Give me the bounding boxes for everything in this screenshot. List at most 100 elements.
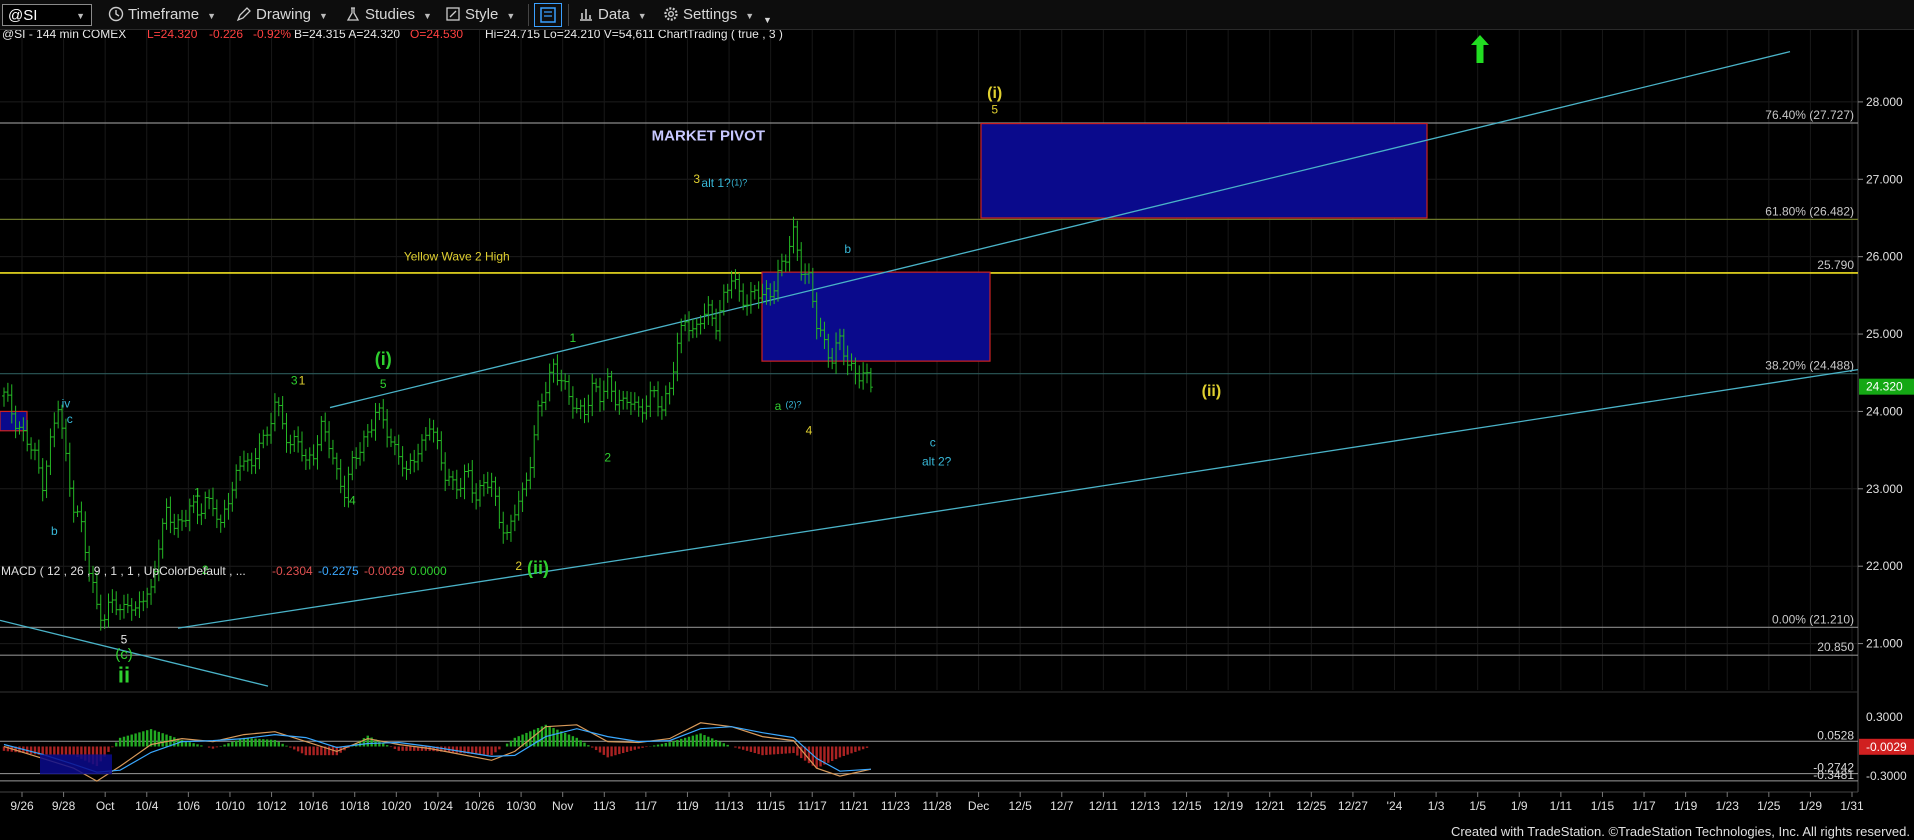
y-tick-label: 24.000	[1866, 404, 1903, 418]
last-price-label: 24.320	[1866, 380, 1903, 394]
macd-label: MACD ( 12 , 26 , 9 , 1 , 1 , UpColorDefa…	[1, 564, 246, 578]
x-tick-label: 11/15	[756, 799, 785, 813]
axis-background	[1859, 30, 1914, 820]
macd-avg-value: -0.2275	[318, 564, 359, 578]
x-tick-label: 1/19	[1674, 799, 1698, 813]
time-axis-background	[0, 792, 1914, 820]
settings-button[interactable]: Settings ▼	[663, 4, 754, 26]
wave-label: 1	[299, 373, 306, 387]
wave-label: 2	[604, 451, 611, 465]
studies-label: Studies	[365, 6, 416, 23]
macd-level-label: -0.3481	[1813, 768, 1854, 782]
studies-button[interactable]: Studies ▼	[345, 4, 432, 26]
flask-icon	[346, 7, 360, 21]
fib-level-label: 25.790	[1817, 258, 1854, 272]
x-tick-label: 1/29	[1799, 799, 1823, 813]
wave-label: (i)	[375, 349, 392, 369]
clock-icon	[108, 6, 124, 22]
x-tick-label: 9/28	[52, 799, 76, 813]
x-tick-label: 10/20	[381, 799, 411, 813]
wave-label: ii	[118, 662, 130, 687]
symbol-info: @SI - 144 min COMEX	[2, 30, 126, 41]
x-tick-label: Nov	[552, 799, 573, 813]
timeframe-button[interactable]: Timeframe ▼	[108, 4, 216, 26]
macd-current-label: -0.0029	[1866, 740, 1907, 754]
x-tick-label: '24	[1387, 799, 1403, 813]
toolbar-divider	[528, 4, 529, 26]
chart-background	[0, 30, 1914, 820]
time-axis[interactable]: 9/26 9/28 Oct 10/4 10/6 10/10 10/12 10/16 10/18 1…	[0, 791, 1914, 820]
x-tick-label: 12/21	[1255, 799, 1285, 813]
chart-header: @SI - 144 min COMEX L=24.320 -0.226 -0.9…	[2, 30, 783, 41]
layout-toggle-button[interactable]	[534, 3, 562, 27]
toolbar-divider	[568, 4, 569, 26]
x-tick-label: 1/23	[1716, 799, 1740, 813]
x-tick-label: 10/6	[177, 799, 201, 813]
x-tick-label: 12/27	[1338, 799, 1368, 813]
wave-label: alt 1?	[701, 176, 731, 190]
price-chart[interactable]: 76.40% (27.727) 61.80% (26.482) 25.790 38.2…	[0, 30, 1914, 820]
chevron-down-icon: ▼	[76, 11, 85, 21]
x-tick-label: 1/11	[1550, 799, 1573, 813]
open-price: O=24.530	[410, 30, 463, 41]
pct-change: -0.92%	[253, 30, 291, 41]
wave-label: 3	[693, 172, 700, 186]
x-tick-label: 12/15	[1172, 799, 1202, 813]
chevron-down-icon: ▼	[506, 11, 516, 21]
y-tick-label: 25.000	[1866, 327, 1903, 341]
net-change: -0.226	[209, 30, 243, 41]
x-tick-label: 1/3	[1428, 799, 1445, 813]
chevron-down-icon: ▼	[763, 15, 772, 25]
data-button[interactable]: Data ▼	[578, 4, 647, 26]
x-tick-label: 10/30	[506, 799, 536, 813]
chart-toolbar: @SI ▼ Timeframe ▼ Drawing ▼ Studies ▼ Style…	[0, 0, 1914, 30]
style-button[interactable]: Style ▼	[445, 4, 515, 26]
macd-value: -0.2304	[272, 564, 313, 578]
fib-level-label: 20.850	[1817, 640, 1854, 654]
bid-ask: B=24.315 A=24.320	[294, 30, 400, 41]
hi-lo-volume: Hi=24.715 Lo=24.210 V=54,611 ChartTradin…	[485, 30, 783, 41]
wave-label: (ii)	[1202, 383, 1222, 400]
style-icon	[446, 7, 460, 21]
overflow-menu-button[interactable]: ▼	[763, 9, 772, 31]
wave-label: Yellow Wave 2 High	[404, 250, 510, 264]
timeframe-label: Timeframe	[128, 6, 200, 23]
chevron-down-icon: ▼	[423, 11, 432, 21]
y-tick-label: 28.000	[1866, 95, 1903, 109]
layout-icon	[540, 7, 556, 23]
x-tick-label: 9/26	[10, 799, 34, 813]
macd-y-tick-label: -0.3000	[1866, 769, 1907, 783]
x-tick-label: Dec	[968, 799, 989, 813]
x-tick-label: 12/5	[1009, 799, 1033, 813]
settings-label: Settings	[683, 6, 738, 23]
macd-zero-value: 0.0000	[410, 564, 447, 578]
x-tick-label: 12/7	[1050, 799, 1074, 813]
footer-copyright: Created with TradeStation. ©TradeStation…	[1450, 824, 1910, 839]
macd-level-label: 0.0528	[1817, 728, 1854, 742]
market-pivot-box[interactable]	[980, 122, 1428, 219]
x-tick-label: 11/28	[922, 799, 951, 813]
x-tick-label: 11/7	[635, 799, 658, 813]
price-axis[interactable]: 21.000 22.000 23.000 24.000 25.000 26.000 27.0…	[1858, 30, 1914, 820]
bar-chart-icon	[580, 9, 592, 21]
y-tick-label: 22.000	[1866, 559, 1903, 573]
wave-label: (1)?	[731, 177, 747, 187]
x-tick-label: 10/4	[135, 799, 159, 813]
drawing-button[interactable]: Drawing ▼	[236, 4, 328, 26]
wave-label: iv	[62, 397, 71, 411]
wave-label: (ii)	[527, 558, 549, 578]
drawing-label: Drawing	[256, 6, 312, 23]
x-tick-label: 12/11	[1089, 799, 1118, 813]
wave-label: 4	[806, 424, 813, 438]
pivot-box-small[interactable]	[761, 271, 991, 362]
symbol-dropdown[interactable]: @SI ▼	[2, 4, 92, 26]
x-tick-label: 1/31	[1840, 799, 1864, 813]
chevron-down-icon: ▼	[637, 11, 647, 21]
y-tick-label: 27.000	[1866, 172, 1903, 186]
x-tick-label: 10/26	[464, 799, 494, 813]
wave-label: 4	[349, 493, 356, 507]
wave-label: 1	[570, 331, 577, 345]
macd-diff-value: -0.0029	[364, 564, 405, 578]
wave-label: c	[67, 412, 73, 426]
wave-label: 1	[194, 486, 201, 500]
